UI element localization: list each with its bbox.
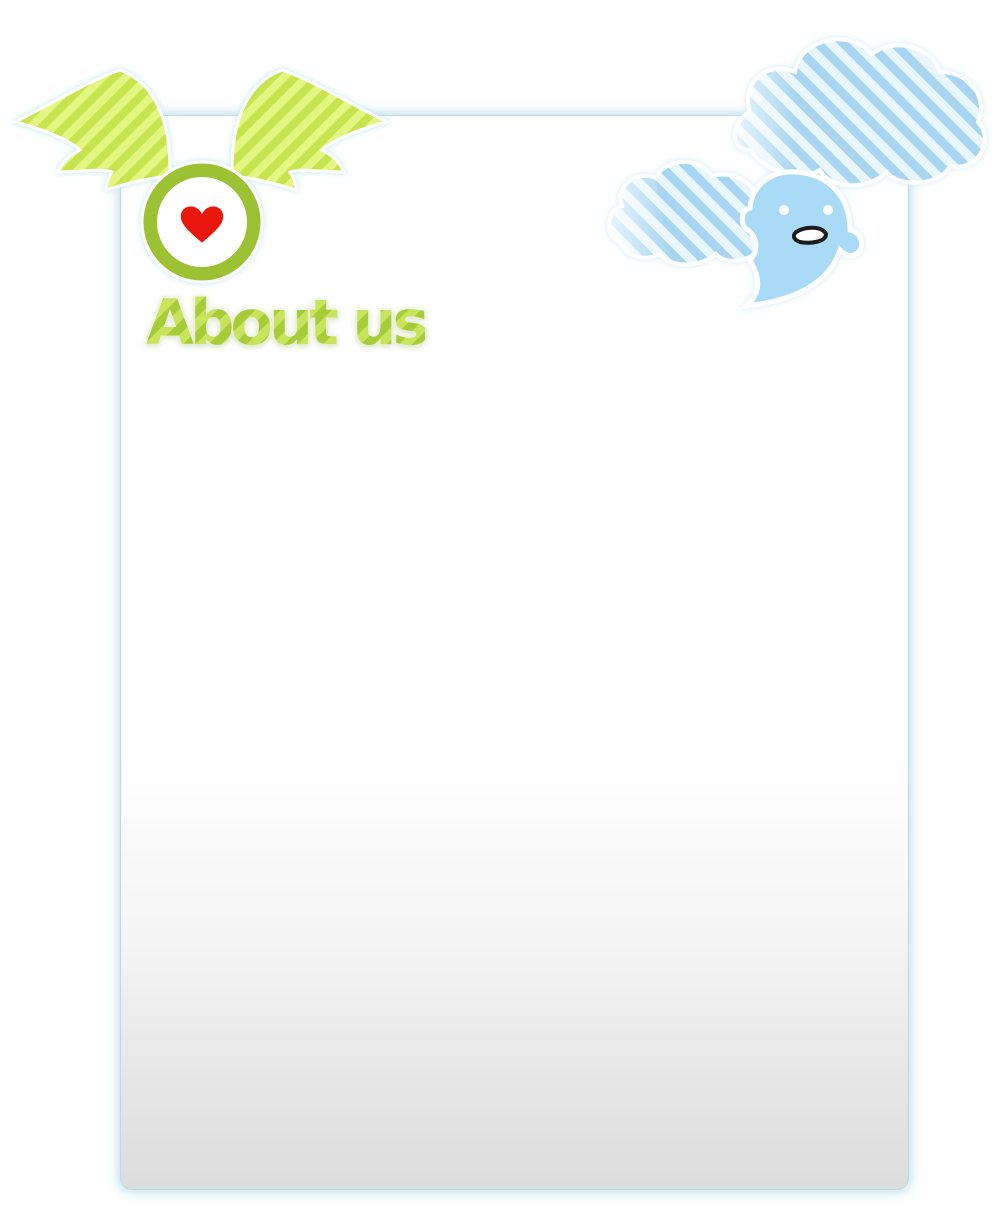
- page-title: About us: [146, 286, 429, 359]
- content-panel: [120, 115, 909, 1190]
